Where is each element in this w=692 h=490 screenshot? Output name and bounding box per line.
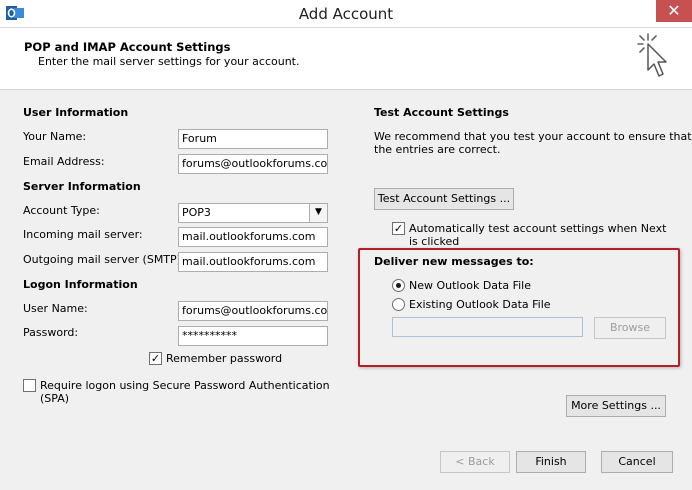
test-description-line1: We recommend that you test your account …: [374, 130, 692, 143]
password-field[interactable]: **********: [178, 326, 328, 346]
user-name-field[interactable]: forums@outlookforums.com: [178, 301, 328, 321]
auto-test-label-line1[interactable]: Automatically test account settings when…: [409, 222, 666, 235]
remember-password-label[interactable]: Remember password: [166, 352, 282, 365]
more-settings-button[interactable]: More Settings ...: [566, 395, 666, 417]
checkmark-icon: ✓: [150, 352, 161, 365]
new-data-file-radio[interactable]: [392, 279, 405, 292]
browse-button[interactable]: Browse: [594, 317, 666, 339]
test-account-settings-heading: Test Account Settings: [374, 106, 509, 119]
test-account-settings-button[interactable]: Test Account Settings ...: [374, 188, 514, 210]
your-name-label: Your Name:: [23, 130, 87, 143]
server-information-heading: Server Information: [23, 180, 141, 193]
incoming-mail-server-label: Incoming mail server:: [23, 228, 143, 241]
account-type-select[interactable]: POP3 ▼: [178, 203, 328, 223]
close-button[interactable]: ✕: [656, 0, 692, 22]
close-icon: ✕: [667, 1, 681, 20]
spa-label-line1[interactable]: Require logon using Secure Password Auth…: [40, 379, 330, 392]
your-name-field[interactable]: Forum: [178, 129, 328, 149]
existing-data-file-radio[interactable]: [392, 298, 405, 311]
user-information-heading: User Information: [23, 106, 129, 119]
account-type-value: POP3: [182, 206, 211, 219]
checkmark-icon: ✓: [393, 222, 404, 235]
back-button[interactable]: < Back: [440, 451, 510, 473]
dialog-header: POP and IMAP Account Settings Enter the …: [0, 28, 692, 90]
header-subtitle: Enter the mail server settings for your …: [38, 55, 300, 68]
cancel-button[interactable]: Cancel: [601, 451, 673, 473]
email-address-label: Email Address:: [23, 155, 105, 168]
existing-data-file-label[interactable]: Existing Outlook Data File: [409, 298, 551, 311]
auto-test-checkbox[interactable]: ✓: [392, 222, 405, 235]
spa-label-line2[interactable]: (SPA): [40, 392, 69, 405]
title-bar: Add Account ✕: [0, 0, 692, 28]
user-name-label: User Name:: [23, 302, 88, 315]
header-title: POP and IMAP Account Settings: [24, 40, 231, 54]
remember-password-checkbox[interactable]: ✓: [149, 352, 162, 365]
outgoing-mail-server-label: Outgoing mail server (SMTP):: [23, 253, 185, 266]
pointer-sparkle-icon: [637, 33, 667, 77]
window-title: Add Account: [298, 5, 394, 23]
new-data-file-label[interactable]: New Outlook Data File: [409, 279, 531, 292]
incoming-mail-server-field[interactable]: mail.outlookforums.com: [178, 227, 328, 247]
test-description-line2: the entries are correct.: [374, 143, 501, 156]
data-file-path-field[interactable]: [392, 317, 583, 337]
password-label: Password:: [23, 326, 79, 339]
outgoing-mail-server-field[interactable]: mail.outlookforums.com: [178, 252, 328, 272]
chevron-down-icon[interactable]: ▼: [309, 204, 327, 222]
auto-test-label-line2[interactable]: is clicked: [409, 235, 459, 248]
spa-checkbox[interactable]: [23, 379, 36, 392]
logon-information-heading: Logon Information: [23, 278, 138, 291]
deliver-messages-heading: Deliver new messages to:: [374, 255, 534, 268]
finish-button[interactable]: Finish: [516, 451, 586, 473]
email-address-field[interactable]: forums@outlookforums.com: [178, 154, 328, 174]
account-type-label: Account Type:: [23, 204, 100, 217]
